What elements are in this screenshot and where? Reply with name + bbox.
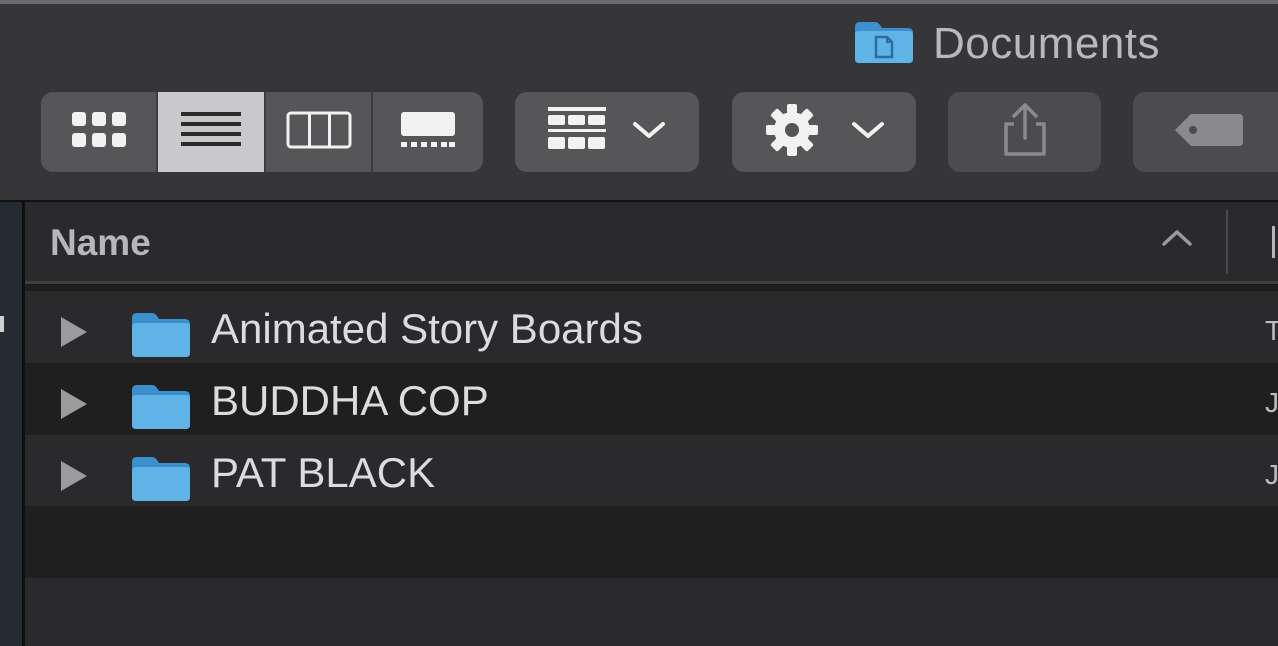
next-column-value: J xyxy=(1265,387,1278,418)
view-mode-control xyxy=(41,92,483,172)
empty-row xyxy=(25,506,1278,578)
grid-icon xyxy=(70,110,128,155)
chevron-down-icon xyxy=(851,120,885,145)
list-icon xyxy=(181,110,241,155)
next-column-header[interactable] xyxy=(1272,226,1275,258)
chevron-down-icon xyxy=(632,120,666,145)
toolbar: Documents xyxy=(0,4,1278,202)
gear-icon xyxy=(763,103,821,162)
sidebar-edge xyxy=(0,202,25,646)
list-view-button[interactable] xyxy=(158,92,266,172)
disclosure-triangle-icon[interactable] xyxy=(59,315,89,354)
list-item[interactable]: BUDDHA COP J xyxy=(25,363,1278,435)
next-column-value: J xyxy=(1265,459,1278,490)
tag-button[interactable] xyxy=(1133,92,1278,172)
file-name: BUDDHA COP xyxy=(211,377,489,424)
column-header: Name xyxy=(25,202,1278,284)
action-button[interactable] xyxy=(732,92,916,172)
group-button[interactable] xyxy=(515,92,699,172)
file-name: Animated Story Boards xyxy=(211,305,643,352)
gallery-icon xyxy=(399,110,457,155)
next-column-value: T xyxy=(1265,315,1278,346)
window-title: Documents xyxy=(853,18,1160,70)
finder-window: Documents Name Animated Story Boards T B… xyxy=(0,0,1278,646)
folder-icon xyxy=(853,19,915,70)
icon-view-button[interactable] xyxy=(41,92,158,172)
share-button[interactable] xyxy=(948,92,1101,172)
disclosure-triangle-icon[interactable] xyxy=(59,387,89,426)
empty-list-area xyxy=(25,506,1278,646)
column-view-button[interactable] xyxy=(266,92,373,172)
group-icon xyxy=(548,106,606,158)
folder-icon xyxy=(130,383,192,436)
sidebar-resize-handle[interactable] xyxy=(0,316,4,332)
name-column-header[interactable]: Name xyxy=(50,222,151,264)
disclosure-triangle-icon[interactable] xyxy=(59,459,89,498)
empty-row xyxy=(25,578,1278,646)
share-icon xyxy=(1000,102,1050,163)
window-title-text: Documents xyxy=(933,19,1161,68)
list-item[interactable]: Animated Story Boards T xyxy=(25,291,1278,363)
file-name: PAT BLACK xyxy=(211,449,436,496)
folder-icon xyxy=(130,455,192,508)
sort-ascending-icon[interactable] xyxy=(1161,228,1193,253)
columns-icon xyxy=(286,110,352,155)
column-divider[interactable] xyxy=(1226,210,1228,274)
gallery-view-button[interactable] xyxy=(373,92,483,172)
list-item[interactable]: PAT BLACK J xyxy=(25,435,1278,507)
tag-icon xyxy=(1173,110,1245,155)
folder-icon xyxy=(130,311,192,364)
